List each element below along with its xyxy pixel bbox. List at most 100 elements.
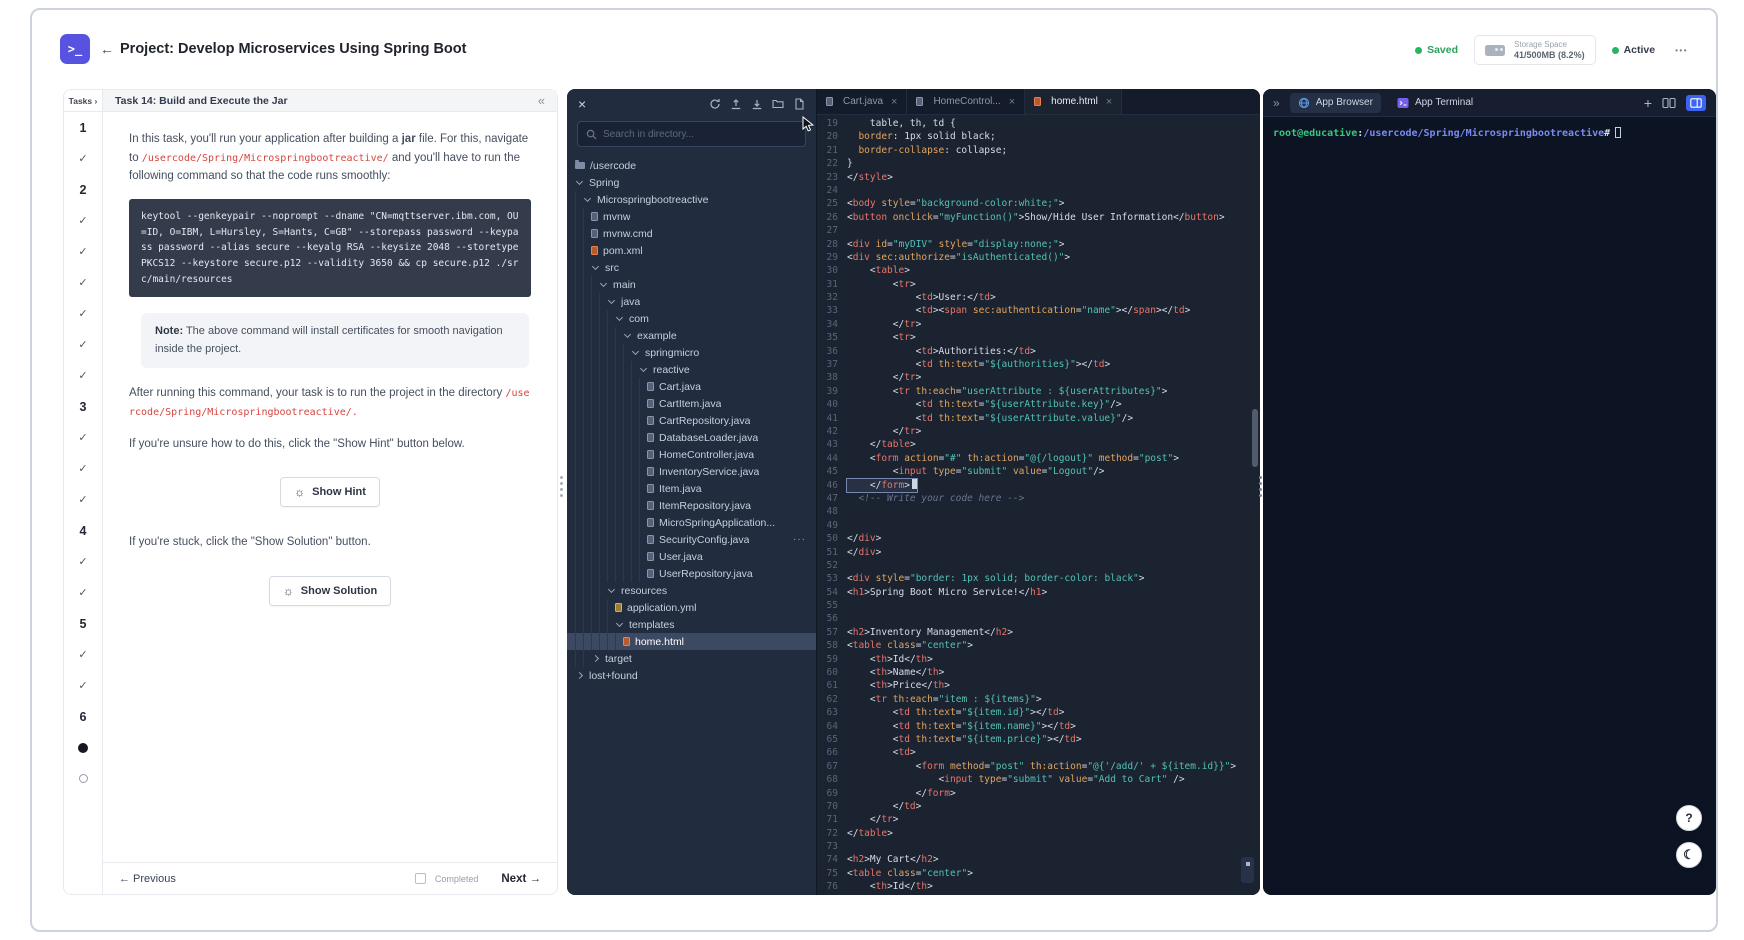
split-view-icon[interactable] xyxy=(1662,97,1676,109)
add-tab-icon[interactable]: + xyxy=(1644,95,1652,111)
task-indicator-check[interactable]: ✓ xyxy=(64,670,102,701)
download-icon[interactable] xyxy=(751,98,763,110)
more-menu-button[interactable]: ••• xyxy=(1671,42,1692,59)
code-line: 67 <form method="post" th:action="@{'/ad… xyxy=(826,760,1237,772)
tree-item[interactable]: MicroSpringApplication... xyxy=(567,514,816,531)
task-indicator-check[interactable]: ✓ xyxy=(64,484,102,515)
task-indicator-check[interactable]: ✓ xyxy=(64,143,102,174)
help-button[interactable]: ? xyxy=(1676,805,1702,831)
scroll-widget[interactable] xyxy=(1241,857,1254,883)
tree-item[interactable]: resources xyxy=(567,582,816,599)
tree-item[interactable]: Microspringbootreactive xyxy=(567,191,816,208)
tree-item[interactable]: home.html xyxy=(567,633,816,650)
new-folder-icon[interactable] xyxy=(772,98,784,110)
task-indicator-check[interactable]: ✓ xyxy=(64,236,102,267)
show-solution-button[interactable]: ☼ Show Solution xyxy=(268,575,392,606)
tree-item[interactable]: User.java xyxy=(567,548,816,565)
editor-tab[interactable]: home.html × xyxy=(1025,89,1123,114)
chevron-right-icon xyxy=(591,653,602,664)
task-indicator-number[interactable]: 1 xyxy=(64,112,102,143)
editor-scrollbar[interactable] xyxy=(1252,409,1258,467)
tree-item[interactable]: main xyxy=(567,276,816,293)
task-indicator-number[interactable]: 5 xyxy=(64,608,102,639)
code-line: 23 </style> xyxy=(826,171,893,183)
file-icon xyxy=(647,552,654,561)
tree-item[interactable]: CartRepository.java xyxy=(567,412,816,429)
next-button[interactable]: Next → xyxy=(501,873,541,885)
task-indicator-check[interactable]: ✓ xyxy=(64,205,102,236)
tree-item[interactable]: mvnw.cmd xyxy=(567,225,816,242)
close-explorer-icon[interactable]: × xyxy=(578,96,586,112)
task-indicator-check[interactable]: ✓ xyxy=(64,422,102,453)
tree-item[interactable]: SecurityConfig.java ··· xyxy=(567,531,816,548)
tree-item[interactable]: ItemRepository.java xyxy=(567,497,816,514)
upload-icon[interactable] xyxy=(730,98,742,110)
app-logo[interactable]: >_ xyxy=(60,34,90,64)
close-tab-icon[interactable]: × xyxy=(1106,96,1112,108)
tree-item[interactable]: com xyxy=(567,310,816,327)
layout-toggle-button[interactable] xyxy=(1686,94,1706,111)
code-line: 31 <tr> xyxy=(826,278,916,290)
tree-item[interactable]: Cart.java xyxy=(567,378,816,395)
tree-item[interactable]: application.yml xyxy=(567,599,816,616)
previous-button[interactable]: ← Previous xyxy=(119,873,176,885)
file-more-icon[interactable]: ··· xyxy=(793,534,810,545)
task-rail-header[interactable]: Tasks › xyxy=(64,90,102,112)
tree-item[interactable]: Item.java xyxy=(567,480,816,497)
search-input[interactable] xyxy=(603,128,797,140)
tree-item[interactable]: reactive xyxy=(567,361,816,378)
tree-item[interactable]: UserRepository.java xyxy=(567,565,816,582)
completed-checkbox[interactable] xyxy=(414,873,426,884)
task-indicator-check[interactable]: ✓ xyxy=(64,360,102,391)
refresh-icon[interactable] xyxy=(709,98,721,110)
task-indicator-number[interactable]: 4 xyxy=(64,515,102,546)
panel-resize-handle[interactable] xyxy=(560,482,563,485)
task-indicator-check[interactable]: ✓ xyxy=(64,267,102,298)
tree-item[interactable]: CartItem.java xyxy=(567,395,816,412)
panel-tab-app-terminal[interactable]: App Terminal xyxy=(1389,93,1481,113)
task-indicator-check[interactable]: ✓ xyxy=(64,329,102,360)
tree-item[interactable]: Spring xyxy=(567,174,816,191)
task-indicator-number[interactable]: 3 xyxy=(64,391,102,422)
tree-item[interactable]: lost+found xyxy=(567,667,816,684)
tree-item[interactable]: java xyxy=(567,293,816,310)
close-tab-icon[interactable]: × xyxy=(1009,96,1015,108)
tree-item[interactable]: target xyxy=(567,650,816,667)
editor-tab[interactable]: HomeControl... × xyxy=(907,89,1026,114)
collapse-panel-icon[interactable]: « xyxy=(538,93,545,108)
terminal-output[interactable]: root@educative:/usercode/Spring/Microspr… xyxy=(1263,117,1716,895)
tree-item[interactable]: HomeController.java xyxy=(567,446,816,463)
task-indicator-current[interactable] xyxy=(64,732,102,763)
editor-tab[interactable]: Cart.java × xyxy=(817,89,908,114)
code-area[interactable]: 19 table, th, td {20 border: 1px solid b… xyxy=(817,115,1260,895)
close-tab-icon[interactable]: × xyxy=(891,96,897,108)
command-code-block[interactable]: keytool --genkeypair --noprompt --dname … xyxy=(129,198,531,298)
tree-item[interactable]: springmicro xyxy=(567,344,816,361)
tree-item[interactable]: DatabaseLoader.java xyxy=(567,429,816,446)
theme-toggle-button[interactable]: ☾ xyxy=(1676,842,1702,868)
tree-item[interactable]: /usercode xyxy=(567,157,816,174)
expand-tabs-icon[interactable]: » xyxy=(1273,96,1280,110)
tree-item[interactable]: InventoryService.java xyxy=(567,463,816,480)
task-indicator-check[interactable]: ✓ xyxy=(64,298,102,329)
task-indicator-number[interactable]: 6 xyxy=(64,701,102,732)
task-indicator-check[interactable]: ✓ xyxy=(64,639,102,670)
new-file-icon[interactable] xyxy=(793,98,805,110)
tree-item[interactable]: example xyxy=(567,327,816,344)
panel-tab-app-browser[interactable]: App Browser xyxy=(1289,92,1381,113)
task-indicator-check[interactable]: ✓ xyxy=(64,577,102,608)
show-hint-button[interactable]: ☼ Show Hint xyxy=(280,477,380,508)
tree-item[interactable]: templates xyxy=(567,616,816,633)
back-arrow-icon[interactable]: ← xyxy=(100,41,114,57)
tree-item[interactable]: src xyxy=(567,259,816,276)
tree-item[interactable]: pom.xml xyxy=(567,242,816,259)
task-indicator-number[interactable]: 2 xyxy=(64,174,102,205)
code-line: 58 <table class="center"> xyxy=(826,640,973,652)
panel-resize-handle[interactable] xyxy=(1259,482,1262,485)
search-box[interactable] xyxy=(577,121,806,147)
chevron-down-icon xyxy=(615,619,626,630)
task-indicator-check[interactable]: ✓ xyxy=(64,546,102,577)
task-indicator-upcoming[interactable] xyxy=(64,763,102,794)
tree-item[interactable]: mvnw xyxy=(567,208,816,225)
task-indicator-check[interactable]: ✓ xyxy=(64,453,102,484)
